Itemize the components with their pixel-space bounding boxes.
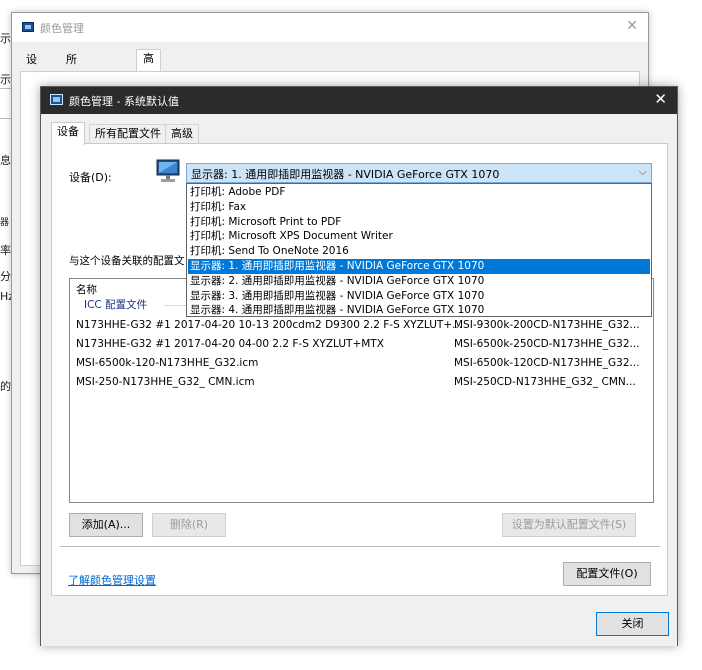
dropdown-option[interactable]: 显示器: 4. 通用即插即用监视器 - NVIDIA GeForce GTX 1… bbox=[188, 303, 650, 318]
profile-file: MSI-9300k-200CD-N173HHE_G32... bbox=[454, 319, 640, 331]
dropdown-option[interactable]: 显示器: 2. 通用即插即用监视器 - NVIDIA GeForce GTX 1… bbox=[188, 274, 650, 289]
background-text: 器 bbox=[0, 218, 10, 228]
profile-file: MSI-6500k-120CD-N173HHE_G32... bbox=[454, 357, 640, 369]
profile-name: MSI-6500k-120-N173HHE_G32.icm bbox=[76, 357, 259, 369]
profiles-button[interactable]: 配置文件(O) bbox=[563, 562, 651, 586]
dropdown-option[interactable]: 打印机: Microsoft XPS Document Writer bbox=[188, 229, 650, 244]
device-select-value: 显示器: 1. 通用即插即用监视器 - NVIDIA GeForce GTX 1… bbox=[191, 168, 500, 181]
dropdown-option[interactable]: 显示器: 1. 通用即插即用监视器 - NVIDIA GeForce GTX 1… bbox=[188, 259, 650, 274]
dropdown-option[interactable]: 打印机: Adobe PDF bbox=[188, 185, 650, 200]
dropdown-option[interactable]: 打印机: Microsoft Print to PDF bbox=[188, 215, 650, 230]
close-icon[interactable]: ✕ bbox=[654, 90, 667, 108]
list-item[interactable]: N173HHE-G32 #1 2017-04-20 10-13 200cdm2 … bbox=[76, 316, 646, 334]
associated-profiles-label: 与这个设备关联的配置文 bbox=[69, 255, 185, 267]
column-header-name[interactable]: 名称 bbox=[76, 282, 97, 297]
tab-all-profiles[interactable]: 所有配置文件 bbox=[89, 124, 167, 143]
group-label: ICC 配置文件 bbox=[84, 298, 152, 312]
divider bbox=[60, 546, 660, 547]
profile-name: N173HHE-G32 #1 2017-04-20 10-13 200cdm2 … bbox=[76, 319, 463, 331]
color-management-app-icon bbox=[22, 22, 34, 32]
close-icon[interactable]: ✕ bbox=[626, 18, 638, 34]
tab-devices[interactable]: 设备 bbox=[20, 51, 43, 84]
front-window-tabs: 设备 所有配置文件 高级 bbox=[51, 122, 251, 145]
tab-all-profiles[interactable]: 所有配置文件 bbox=[60, 51, 83, 156]
tab-advanced[interactable]: 高级 bbox=[165, 124, 199, 143]
front-window-titlebar: 颜色管理 - 系统默认值 ✕ bbox=[41, 87, 677, 114]
list-item[interactable]: MSI-6500k-120-N173HHE_G32.icm MSI-6500k-… bbox=[76, 354, 646, 372]
profile-name: MSI-250-N173HHE_G32_ CMN.icm bbox=[76, 376, 255, 388]
device-dropdown-list[interactable]: 打印机: Adobe PDF 打印机: Fax 打印机: Microsoft Pri… bbox=[186, 183, 652, 317]
dropdown-option[interactable]: 打印机: Send To OneNote 2016 bbox=[188, 244, 650, 259]
background-text: 示 bbox=[0, 73, 11, 86]
learn-color-management-link[interactable]: 了解颜色管理设置 bbox=[68, 572, 156, 588]
tab-advanced[interactable]: 高级 bbox=[136, 49, 161, 83]
front-window-system-defaults: 颜色管理 - 系统默认值 ✕ 设备 所有配置文件 高级 设备(D): 显示器: … bbox=[40, 86, 678, 646]
device-select[interactable]: 显示器: 1. 通用即插即用监视器 - NVIDIA GeForce GTX 1… bbox=[186, 163, 652, 183]
monitor-icon bbox=[156, 159, 180, 182]
profile-file: MSI-6500k-250CD-N173HHE_G32... bbox=[454, 338, 640, 350]
devices-tab-panel: 设备(D): 显示器: 1. 通用即插即用监视器 - NVIDIA GeForc… bbox=[51, 143, 668, 596]
dialog-footer: 关闭 bbox=[41, 597, 677, 646]
dropdown-option[interactable]: 打印机: Fax bbox=[188, 200, 650, 215]
back-window-titlebar: 颜色管理 ✕ bbox=[12, 13, 648, 42]
background-text: 率 bbox=[0, 244, 11, 257]
color-management-app-icon bbox=[50, 94, 63, 105]
tab-devices[interactable]: 设备 bbox=[51, 122, 85, 145]
remove-button[interactable]: 删除(R) bbox=[152, 513, 226, 537]
dropdown-option[interactable]: 显示器: 3. 通用即插即用监视器 - NVIDIA GeForce GTX 1… bbox=[188, 289, 650, 304]
background-text: 息 bbox=[0, 154, 11, 167]
list-item[interactable]: N173HHE-G32 #1 2017-04-20 04-00 2.2 F-S … bbox=[76, 335, 646, 353]
close-button[interactable]: 关闭 bbox=[596, 612, 669, 636]
device-label: 设备(D): bbox=[69, 171, 112, 184]
profile-name: N173HHE-G32 #1 2017-04-20 04-00 2.2 F-S … bbox=[76, 338, 384, 350]
list-item[interactable]: MSI-250-N173HHE_G32_ CMN.icm MSI-250CD-N… bbox=[76, 373, 646, 391]
profile-file: MSI-250CD-N173HHE_G32_ CMN... bbox=[454, 376, 636, 388]
set-default-profile-button[interactable]: 设置为默认配置文件(S) bbox=[502, 513, 636, 537]
chevron-down-icon: ⌵ bbox=[638, 165, 647, 178]
add-button[interactable]: 添加(A)... bbox=[69, 513, 143, 537]
front-window-title: 颜色管理 - 系统默认值 bbox=[69, 95, 179, 108]
back-window-title: 颜色管理 bbox=[40, 22, 84, 35]
